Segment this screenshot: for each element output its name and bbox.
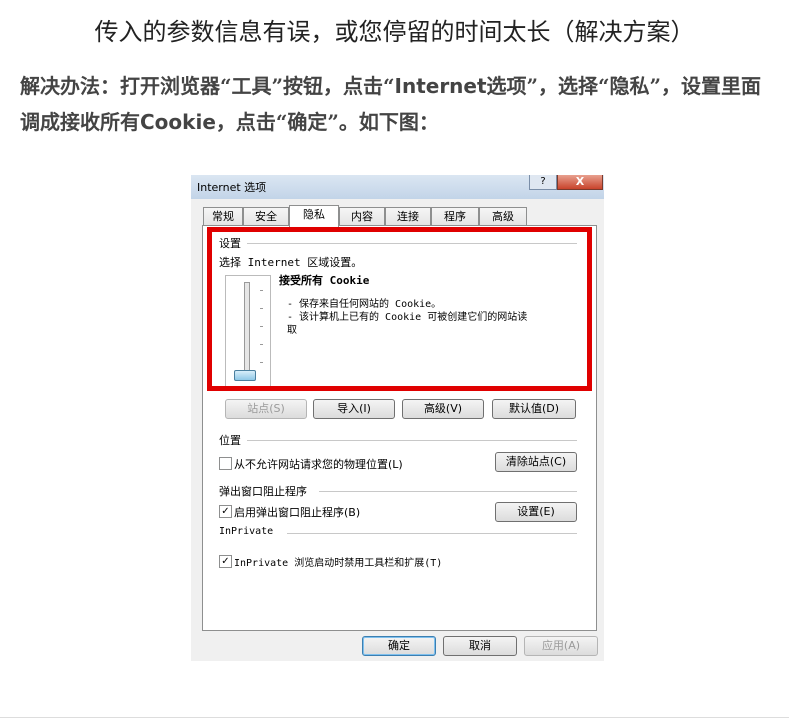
ok-button[interactable]: 确定 bbox=[362, 636, 436, 656]
popup-heading: 弹出窗口阻止程序 bbox=[219, 485, 307, 498]
popup-checkbox-label: 启用弹出窗口阻止程序(B) bbox=[234, 506, 361, 519]
instruction-text: 解决办法：打开浏览器“工具”按钮，点击“Internet选项”，选择“隐私”，设… bbox=[20, 68, 770, 140]
cancel-button[interactable]: 取消 bbox=[443, 636, 517, 656]
popup-settings-button[interactable]: 设置(E) bbox=[495, 502, 577, 522]
tab-advanced[interactable]: 高级 bbox=[479, 207, 527, 226]
advanced-button[interactable]: 高级(V) bbox=[402, 399, 484, 419]
apply-button[interactable]: 应用(A) bbox=[524, 636, 598, 656]
dialog-title: Internet 选项 bbox=[197, 181, 267, 194]
tab-content[interactable]: 内容 bbox=[339, 207, 385, 226]
inprivate-heading: InPrivate bbox=[219, 526, 274, 537]
tab-privacy[interactable]: 隐私 bbox=[289, 205, 339, 227]
settings-highlight-frame bbox=[207, 227, 592, 391]
tab-connections[interactable]: 连接 bbox=[385, 207, 431, 226]
page-title: 传入的参数信息有误，或您停留的时间太长（解决方案） bbox=[94, 18, 695, 46]
bottom-divider bbox=[0, 717, 789, 718]
location-heading: 位置 bbox=[219, 434, 241, 447]
clear-sites-button[interactable]: 清除站点(C) bbox=[495, 452, 577, 472]
help-button[interactable]: ? bbox=[529, 175, 557, 190]
dialog-titlebar: Internet 选项 ? X bbox=[191, 175, 604, 199]
location-separator bbox=[247, 440, 577, 441]
instruction-part-1: 解决办法：打开浏览器“工具”按钮，点击“ bbox=[20, 74, 395, 98]
instruction-bold-internet: Internet bbox=[394, 74, 487, 98]
instruction-part-3: ，点击“确定”。如下图： bbox=[215, 110, 439, 134]
tab-general[interactable]: 常规 bbox=[203, 207, 243, 226]
default-button[interactable]: 默认值(D) bbox=[492, 399, 576, 419]
inprivate-checkbox-label: InPrivate 浏览启动时禁用工具栏和扩展(T) bbox=[234, 558, 443, 569]
close-button[interactable]: X bbox=[557, 175, 603, 190]
sites-button[interactable]: 站点(S) bbox=[225, 399, 307, 419]
tab-programs[interactable]: 程序 bbox=[431, 207, 479, 226]
instruction-bold-cookie: Cookie bbox=[140, 110, 216, 134]
location-checkbox[interactable] bbox=[219, 457, 232, 470]
tab-security[interactable]: 安全 bbox=[243, 207, 289, 226]
import-button[interactable]: 导入(I) bbox=[313, 399, 395, 419]
location-checkbox-label: 从不允许网站请求您的物理位置(L) bbox=[234, 458, 403, 471]
inprivate-checkbox[interactable]: ✓ bbox=[219, 555, 232, 568]
popup-separator bbox=[319, 491, 577, 492]
internet-options-dialog: Internet 选项 ? X 常规 安全 隐私 内容 连接 程序 高级 设置 … bbox=[191, 175, 604, 661]
popup-checkbox[interactable]: ✓ bbox=[219, 505, 232, 518]
inprivate-separator bbox=[287, 533, 577, 534]
